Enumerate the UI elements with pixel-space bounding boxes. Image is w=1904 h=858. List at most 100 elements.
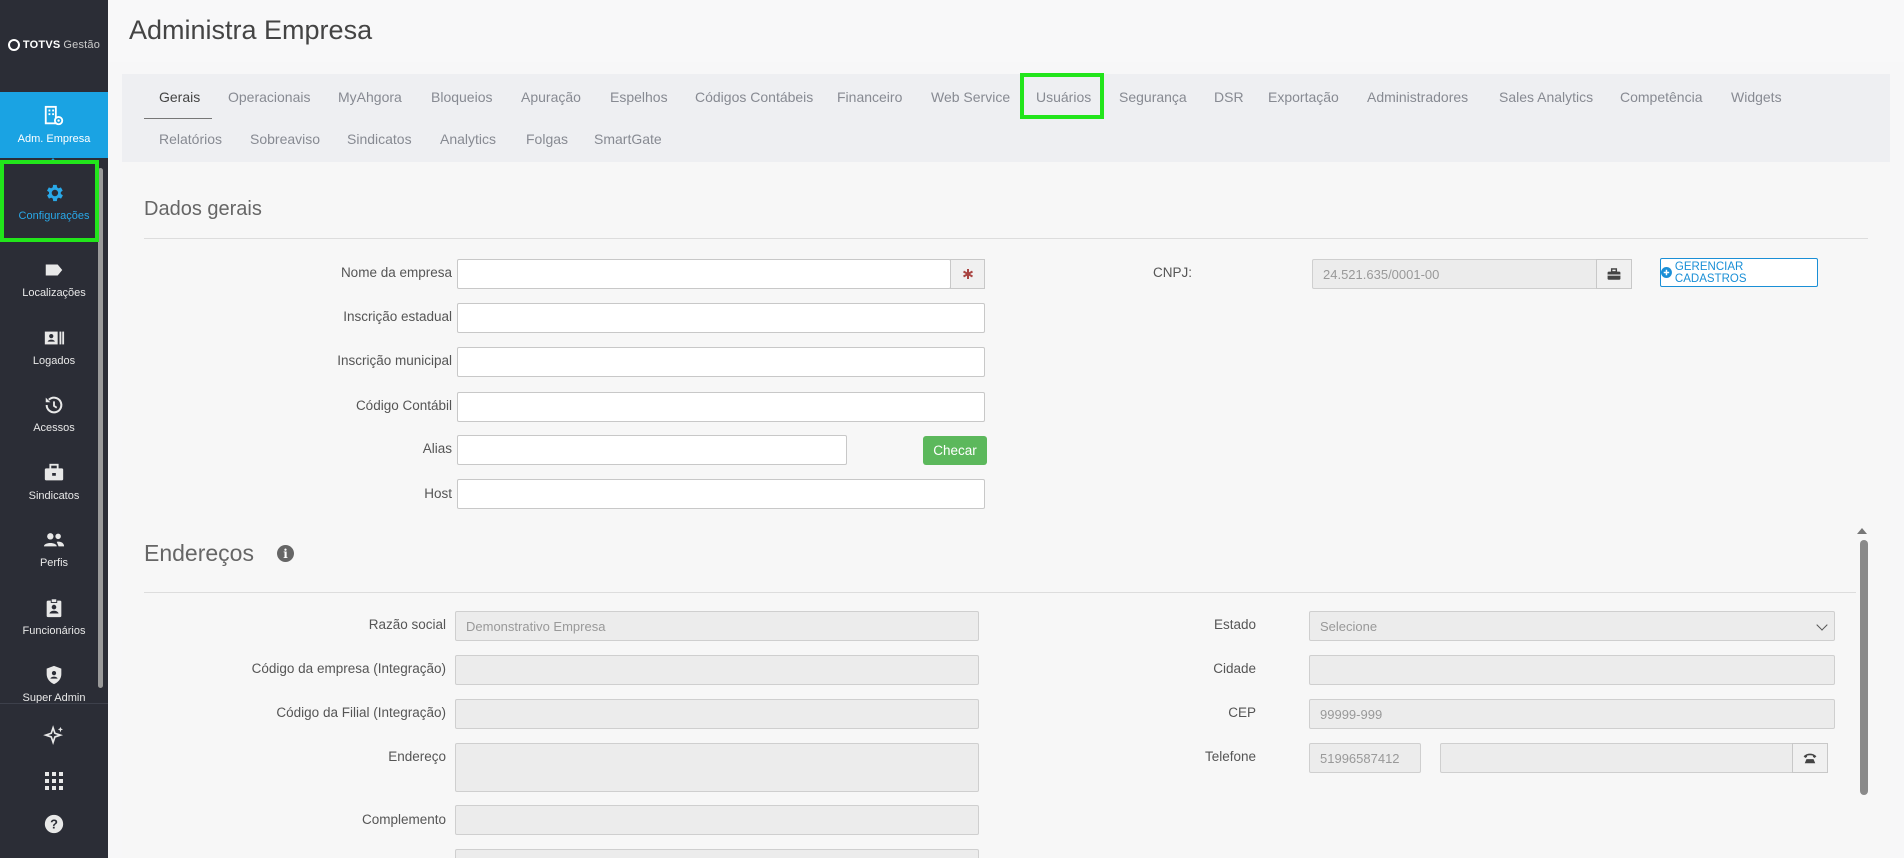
briefcase-icon [1607,267,1621,280]
tab-sales-analytics[interactable]: Sales Analytics [1499,89,1593,105]
codigo-empresa-input[interactable] [455,655,979,685]
tab-sobreaviso[interactable]: Sobreaviso [250,131,320,147]
tab-codigos-contabeis[interactable]: Códigos Contábeis [695,89,813,105]
main-scrollbar[interactable] [1860,540,1868,795]
main-content: Administra Empresa Gerais Operacionais M… [108,0,1904,858]
codigo-contabil-input[interactable] [457,392,985,422]
section-divider [144,592,1856,593]
tab-administradores[interactable]: Administradores [1367,89,1468,105]
sidebar-item-super-admin[interactable]: Super Admin [0,651,108,717]
tab-apuracao[interactable]: Apuração [521,89,581,105]
phone-button[interactable] [1792,743,1828,773]
sidebar-item-label: Acessos [33,422,75,434]
logo-suffix: Gestão [63,39,101,51]
sidebar-item-label: Configurações [18,210,90,222]
checar-button[interactable]: Checar [923,436,987,465]
tab-widgets[interactable]: Widgets [1731,89,1782,105]
host-input[interactable] [457,479,985,509]
gear-icon [47,184,63,202]
clipboard-user-icon [46,598,62,618]
required-asterisk-icon [950,259,985,289]
tab-gerais[interactable]: Gerais [159,89,200,105]
shield-user-icon [46,665,62,685]
sidebar-item-funcionarios[interactable]: Funcionários [0,584,108,650]
gerenciar-cadastros-button[interactable]: GERENCIAR CADASTROS [1660,258,1818,287]
sidebar-item-label: Localizações [22,287,86,299]
sidebar-divider [0,703,108,704]
cnpj-input[interactable]: 24.521.635/0001-00 [1312,259,1598,289]
sidebar-item-adm-empresa[interactable]: Adm. Empresa [0,92,108,158]
tab-bloqueios[interactable]: Bloqueios [431,89,493,105]
label-cnpj: CNPJ: [1152,265,1192,280]
sidebar-item-perfis[interactable]: Perfis [0,516,108,582]
help-icon[interactable]: ? [36,806,72,842]
active-tab-underline [144,118,212,119]
label-codigo-contabil: Código Contábil [355,398,452,413]
info-icon[interactable]: i [277,545,294,562]
section-title-enderecos: Endereços [144,540,254,566]
app-logo[interactable]: TOTVS Gestão [0,0,108,90]
tab-financeiro[interactable]: Financeiro [837,89,902,105]
inscricao-municipal-input[interactable] [457,347,985,377]
tab-web-service[interactable]: Web Service [931,89,1010,105]
tab-smartgate[interactable]: SmartGate [594,131,662,147]
tab-sindicatos[interactable]: Sindicatos [347,131,412,147]
chevron-down-icon [1816,619,1828,631]
nome-empresa-input[interactable] [457,259,951,289]
tab-relatorios[interactable]: Relatórios [159,131,222,147]
section-divider [144,238,1868,239]
tab-analytics[interactable]: Analytics [440,131,496,147]
label-estado: Estado [1213,617,1256,632]
sidebar-item-label: Sindicatos [28,490,80,502]
tab-folgas[interactable]: Folgas [526,131,568,147]
next-field-input[interactable] [455,849,979,858]
inscricao-estadual-input[interactable] [457,303,985,333]
tab-espelhos[interactable]: Espelhos [610,89,668,105]
cnpj-briefcase-button[interactable] [1596,259,1632,289]
tabs-bar: Gerais Operacionais MyAhgora Bloqueios A… [122,74,1890,162]
tab-usuarios[interactable]: Usuários [1036,89,1091,105]
users-icon [43,533,65,547]
sidebar-item-label: Logados [32,355,76,367]
building-settings-icon [44,105,64,126]
sidebar-item-configuracoes[interactable]: Configurações [0,166,108,238]
label-codigo-empresa: Código da empresa (Integração) [251,661,446,676]
sidebar-scrollbar[interactable] [98,168,103,688]
sidebar-item-logados[interactable]: Logados [0,314,108,380]
label-endereco: Endereço [388,749,446,764]
alias-input[interactable] [457,435,847,465]
tab-exportacao[interactable]: Exportação [1268,89,1339,105]
settings-panel: Gerais Operacionais MyAhgora Bloqueios A… [122,74,1890,858]
label-inscricao-municipal: Inscrição municipal [337,353,452,368]
tab-dsr[interactable]: DSR [1214,89,1244,105]
endereco-textarea[interactable] [455,743,979,792]
sidebar-item-acessos[interactable]: Acessos [0,381,108,447]
tab-seguranca[interactable]: Segurança [1119,89,1187,105]
sidebar-item-sindicatos[interactable]: Sindicatos [0,449,108,515]
sidebar-item-label: Perfis [39,557,69,569]
telefone-extra-input[interactable] [1440,743,1794,773]
cidade-input[interactable] [1309,655,1835,685]
complemento-input[interactable] [455,805,979,835]
history-icon [45,396,63,414]
label-codigo-filial: Código da Filial (Integração) [276,705,446,720]
label-telefone: Telefone [1204,749,1256,764]
sparkles-icon[interactable] [36,718,72,754]
sidebar-item-localizacoes[interactable]: Localizações [0,246,108,312]
logo-ring-icon [7,39,20,51]
telefone-input[interactable]: 51996587412 [1309,743,1421,773]
estado-select[interactable]: Selecione [1309,611,1835,641]
phone-icon [1803,753,1817,764]
label-razao-social: Razão social [368,617,446,632]
cep-input[interactable]: 99999-999 [1309,699,1835,729]
logo-brand: TOTVS [22,39,61,51]
scroll-up-arrow[interactable] [1857,528,1867,534]
tab-competencia[interactable]: Competência [1620,89,1703,105]
apps-grid-icon[interactable] [36,763,72,799]
gerenciar-cadastros-label: GERENCIAR CADASTROS [1674,260,1747,285]
codigo-filial-input[interactable] [455,699,979,729]
page-title: Administra Empresa [129,15,373,45]
tab-myahgora[interactable]: MyAhgora [338,89,402,105]
razao-social-input[interactable]: Demonstrativo Empresa [455,611,979,641]
tab-operacionais[interactable]: Operacionais [228,89,311,105]
